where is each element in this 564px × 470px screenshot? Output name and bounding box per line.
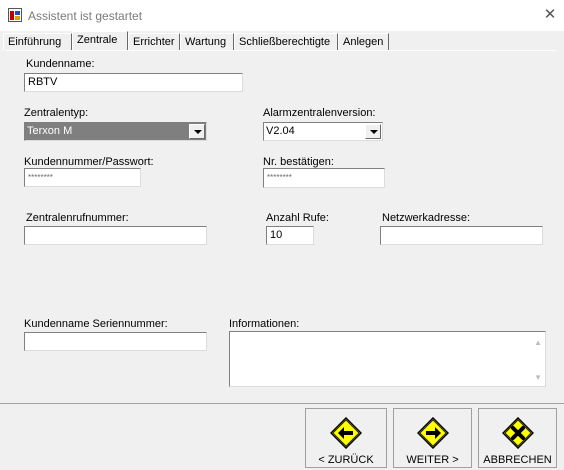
anzahl-rufe-label: Anzahl Rufe:	[266, 212, 329, 224]
window-title: Assistent ist gestartet	[28, 9, 143, 23]
chevron-down-icon[interactable]	[365, 124, 381, 139]
back-button[interactable]: < ZURÜCK	[305, 408, 387, 468]
bestaetigen-label: Nr. bestätigen:	[263, 156, 334, 168]
alarmversion-select[interactable]: V2.04	[263, 122, 383, 141]
netzwerk-label: Netzwerkadresse:	[382, 212, 471, 224]
cancel-button[interactable]: ABBRECHEN	[478, 408, 557, 468]
alarmversion-label: Alarmzentralenversion:	[263, 107, 376, 119]
alarmversion-value: V2.04	[266, 125, 295, 137]
netzwerk-input[interactable]	[380, 226, 543, 245]
title-bar: Assistent ist gestartet ✕	[0, 0, 564, 31]
rufnummer-label: Zentralenrufnummer:	[26, 212, 129, 224]
tab-anlegen[interactable]: Anlegen	[338, 33, 389, 50]
cancel-x-icon	[501, 417, 534, 449]
app-icon	[8, 8, 22, 22]
kundennummer-label: Kundennummer/Passwort:	[24, 156, 154, 168]
next-button[interactable]: WEITER >	[393, 408, 472, 468]
arrow-left-icon	[330, 417, 362, 449]
chevron-down-icon[interactable]	[189, 124, 205, 139]
rufnummer-input[interactable]	[24, 226, 207, 245]
serien-label: Kundenname Seriennummer:	[24, 318, 168, 330]
scroll-up-icon[interactable]: ▲	[534, 338, 542, 347]
zentralentyp-select[interactable]: Terxon M	[24, 122, 207, 141]
tab-einfuehrung[interactable]: Einführung	[3, 33, 72, 50]
cancel-label: ABBRECHEN	[483, 454, 552, 466]
kundennummer-input[interactable]: ********	[24, 168, 141, 187]
scroll-down-icon[interactable]: ▼	[534, 373, 542, 382]
tab-schliessberechtigte[interactable]: Schließberechtigte	[234, 33, 338, 50]
zentralentyp-value: Terxon M	[27, 125, 73, 137]
serien-input[interactable]	[24, 332, 207, 351]
tab-wartung[interactable]: Wartung	[180, 33, 234, 50]
kundenname-input[interactable]: RBTV	[24, 73, 243, 92]
tab-errichter[interactable]: Errichter	[128, 33, 180, 50]
back-label: < ZURÜCK	[318, 454, 374, 466]
info-label: Informationen:	[229, 318, 300, 330]
anzahl-rufe-input[interactable]: 10	[266, 226, 314, 245]
zentralentyp-label: Zentralentyp:	[24, 107, 89, 119]
arrow-right-icon	[416, 417, 449, 449]
close-icon[interactable]: ✕	[538, 3, 562, 27]
kundenname-label: Kundenname:	[26, 58, 95, 70]
next-label: WEITER >	[406, 454, 459, 466]
bestaetigen-input[interactable]: ********	[263, 168, 385, 188]
tab-zentrale[interactable]: Zentrale	[72, 31, 128, 51]
info-textarea[interactable]: ▲ ▼	[229, 331, 546, 387]
